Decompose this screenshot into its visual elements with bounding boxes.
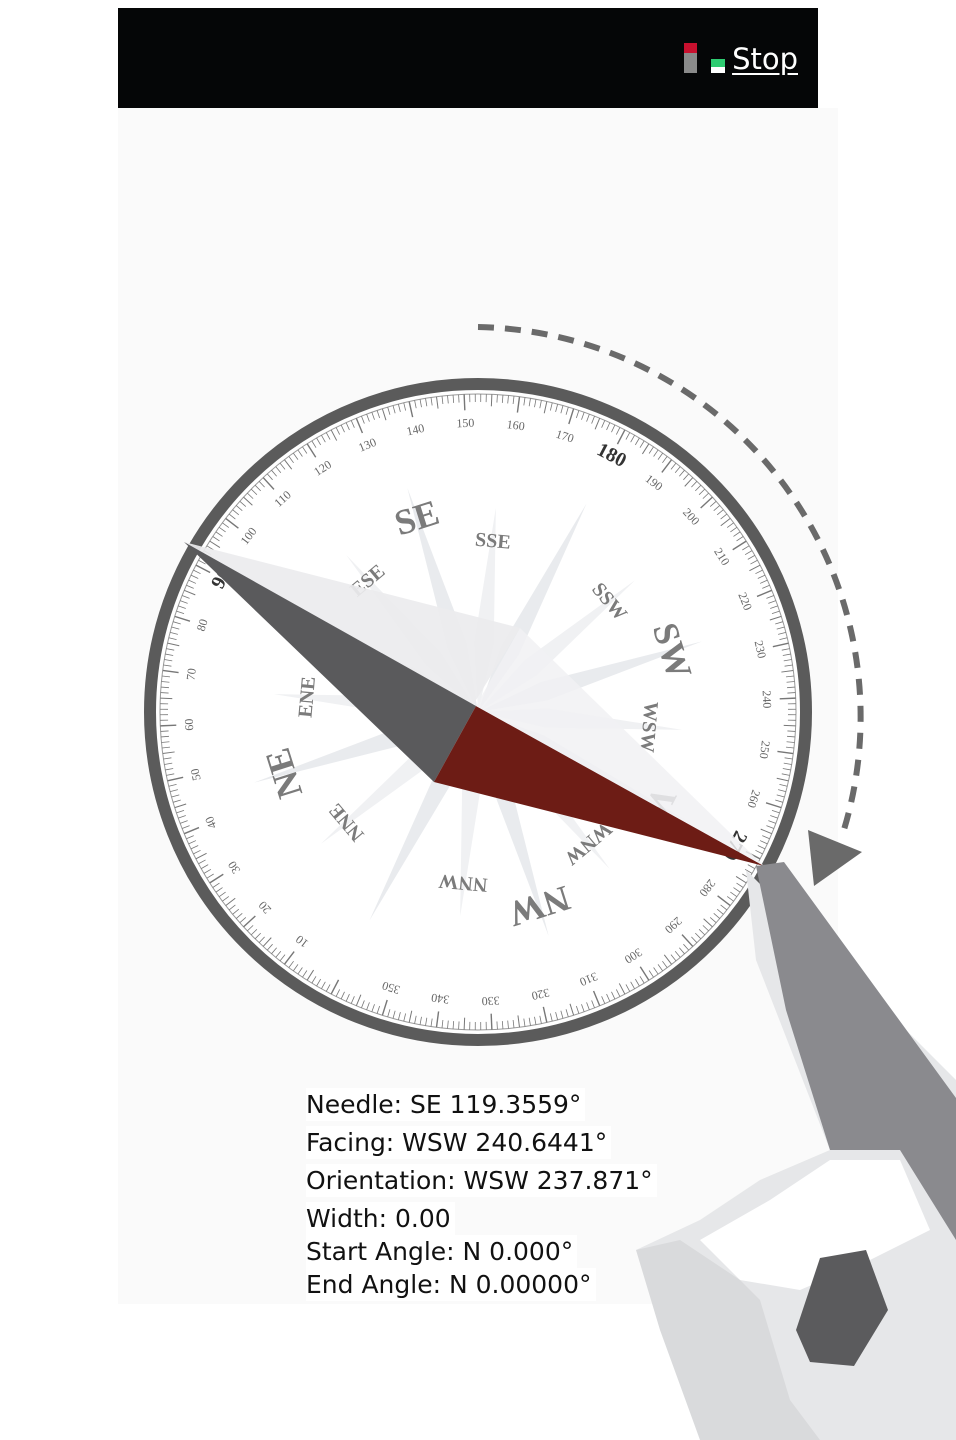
- degree-label: 70: [184, 667, 199, 681]
- facing-readout: Facing: WSW 240.6441°: [306, 1126, 612, 1159]
- screen: Stop 10 20 30 40 50 60 70 80 90 100 110 120 130 140 15…: [0, 0, 956, 1440]
- degree-tick: [160, 697, 173, 700]
- degree-label: 240: [760, 690, 775, 709]
- rose-label: SSE: [474, 529, 511, 554]
- rose-label: ENE: [294, 676, 320, 719]
- start-angle-readout: Start Angle: N 0.000°: [306, 1235, 578, 1268]
- orientation-readout: Orientation: WSW 237.871°: [306, 1164, 657, 1197]
- degree-tick: [160, 724, 177, 727]
- degree-tick: [463, 1017, 466, 1030]
- degree-label: 160: [506, 417, 526, 433]
- degree-label: 150: [456, 416, 475, 431]
- arrow-head-icon: [808, 830, 862, 886]
- needle-readout: Needle: SE 119.3559°: [306, 1088, 586, 1121]
- degree-label: 330: [481, 994, 500, 1009]
- degree-label: 250: [757, 740, 773, 760]
- degree-tick: [490, 394, 493, 407]
- degree-tick: [783, 724, 796, 727]
- degree-label: 340: [430, 991, 450, 1007]
- degree-label: 60: [182, 718, 197, 731]
- degree-tick: [779, 697, 796, 700]
- rose-label: NNW: [438, 870, 489, 896]
- end-angle-readout: End Angle: N 0.00000°: [306, 1268, 596, 1301]
- readout-panel: Needle: SE 119.3559° Facing: WSW 240.644…: [306, 1088, 657, 1301]
- width-readout: Width: 0.00: [306, 1202, 455, 1235]
- degree-tick: [490, 1013, 493, 1030]
- degree-tick: [463, 394, 466, 411]
